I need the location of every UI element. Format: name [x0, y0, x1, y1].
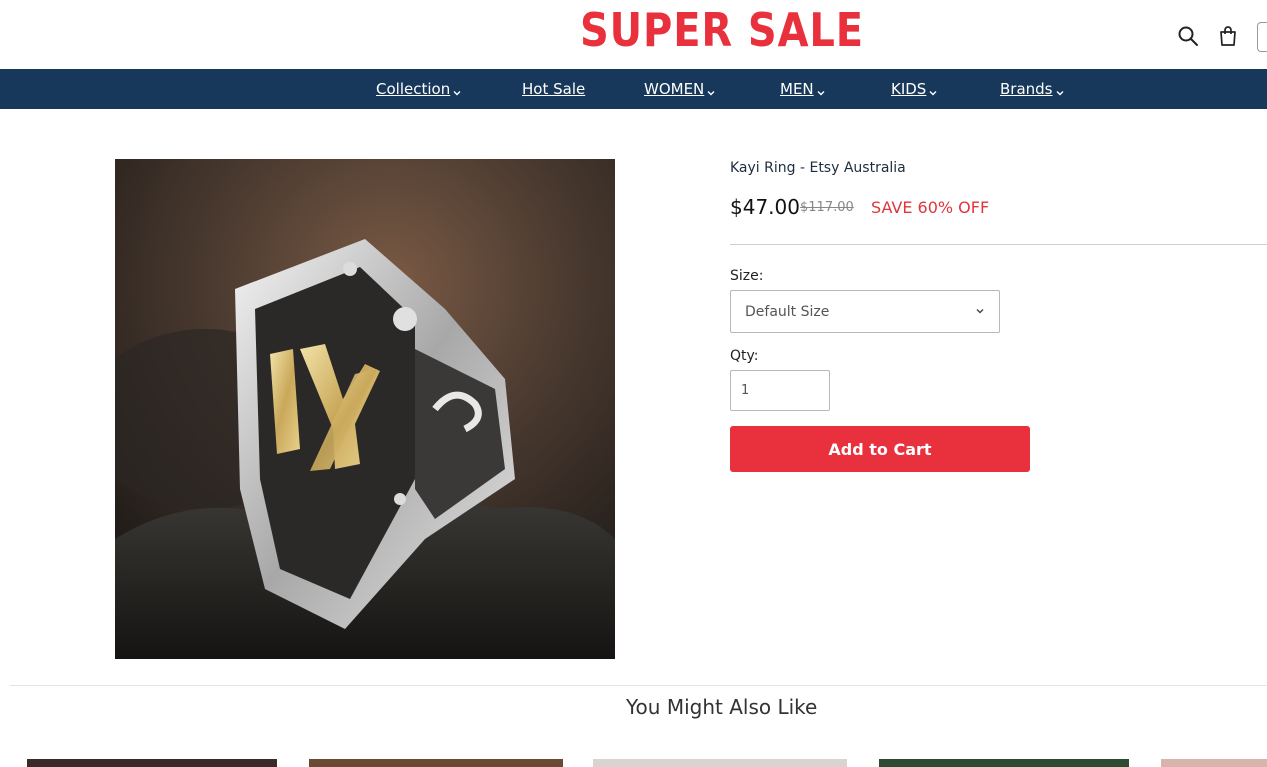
recommended-product-thumb[interactable]	[1161, 759, 1267, 767]
recommendations-title: You Might Also Like	[626, 695, 818, 719]
chevron-down-icon	[975, 304, 985, 320]
size-select[interactable]: Default Size	[730, 290, 1000, 333]
nav-label: Collection	[376, 80, 451, 98]
nav-item-collection[interactable]: Collection	[376, 80, 462, 98]
nav-label: KIDS	[891, 80, 927, 98]
nav-item-kids[interactable]: KIDS	[891, 80, 938, 98]
compare-at-price: $117.00	[800, 200, 854, 215]
nav-label: WOMEN	[644, 80, 705, 98]
nav-label: Hot Sale	[522, 80, 586, 98]
chevron-down-icon	[816, 84, 826, 96]
size-selected-value: Default Size	[745, 303, 830, 320]
nav-item-men[interactable]: MEN	[780, 80, 826, 98]
product-image[interactable]	[115, 159, 615, 659]
nav-label: MEN	[780, 80, 814, 98]
chevron-down-icon	[928, 84, 938, 96]
qty-label: Qty:	[730, 348, 759, 364]
nav-label: Brands	[1000, 80, 1053, 98]
site-header: SUPER SALE	[0, 0, 1267, 69]
sale-price: $47.00	[730, 195, 800, 219]
logo-text: SUPER SALE	[580, 3, 864, 54]
nav-item-hot-sale[interactable]: Hot Sale	[522, 80, 585, 98]
chevron-down-icon	[706, 84, 716, 96]
recommended-product-thumb[interactable]	[309, 759, 563, 767]
shopping-bag-icon[interactable]	[1216, 24, 1240, 48]
recommended-product-thumb[interactable]	[27, 759, 277, 767]
divider	[730, 244, 1267, 245]
nav-item-brands[interactable]: Brands	[1000, 80, 1065, 98]
search-icon[interactable]	[1176, 24, 1200, 48]
main-nav: Collection Hot Sale WOMEN MEN KIDS Brand…	[0, 69, 1267, 109]
chevron-down-icon	[452, 84, 462, 96]
quantity-input[interactable]	[730, 370, 830, 411]
section-divider	[10, 685, 1267, 686]
save-badge: SAVE 60% OFF	[871, 198, 990, 217]
add-to-cart-button[interactable]: Add to Cart	[730, 426, 1030, 472]
chevron-down-icon	[1055, 84, 1065, 96]
size-label: Size:	[730, 268, 764, 284]
account-button-edge[interactable]	[1257, 22, 1267, 52]
recommended-product-thumb[interactable]	[879, 759, 1129, 767]
product-title: Kayi Ring - Etsy Australia	[730, 160, 906, 176]
nav-item-women[interactable]: WOMEN	[644, 80, 716, 98]
recommendations-header: You Might Also Like	[0, 695, 1267, 725]
recommended-product-thumb[interactable]	[593, 759, 847, 767]
super-sale-logo[interactable]: SUPER SALE	[576, 2, 868, 54]
